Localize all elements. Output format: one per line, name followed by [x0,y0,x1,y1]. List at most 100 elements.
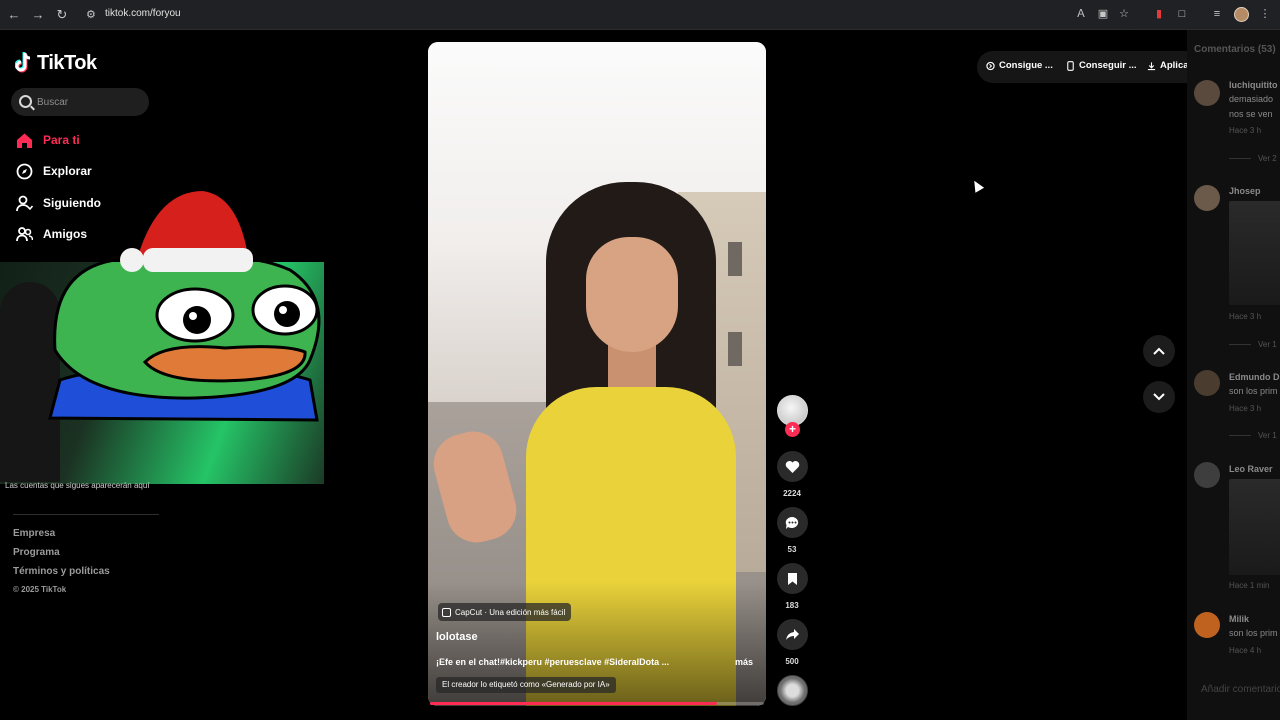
chevron-up-icon [1153,347,1165,355]
comment-icon [785,516,799,529]
comment-author[interactable]: Leo Raver [1229,464,1273,474]
comment-input[interactable]: Añadir comentario... [1201,684,1280,695]
copyright: © 2025 TikTok [13,585,67,594]
share-button[interactable] [777,619,808,650]
coin-icon [986,61,995,70]
comment-author[interactable]: Milik [1229,614,1249,624]
comments-header: Comentarios (53) [1194,44,1276,55]
get-coins-button[interactable]: Consigue ... [986,60,1053,71]
logo-text: TikTok [37,51,97,74]
nav-item-explorar[interactable]: Explorar [15,160,92,182]
previous-video-button[interactable] [1143,335,1175,367]
comment-time: Hace 4 h [1229,646,1262,655]
chevron-down-icon [1153,393,1165,401]
friends-icon [15,225,33,243]
forward-icon[interactable]: → [30,7,46,23]
sidebar-divider [13,514,159,515]
stream-webcam-overlay [0,262,324,484]
site-info-icon[interactable]: ⚙ [86,8,100,22]
comment-avatar[interactable] [1194,462,1220,488]
next-video-button[interactable] [1143,381,1175,413]
browser-toolbar: ← → ↻ ⚙ tiktok.com/foryou Ａ ▣ ☆ ▮ □ ≡ ⋮ [0,0,1280,30]
search-icon [19,95,32,108]
view-replies-link[interactable]: Ver 2 [1258,154,1277,163]
like-count: 2224 [783,489,801,498]
footer-link-terminos[interactable]: Términos y políticas [13,566,110,577]
comment-avatar[interactable] [1194,185,1220,211]
save-count: 183 [785,601,799,610]
nav-item-para-ti[interactable]: Para ti [15,129,80,151]
extension-red-icon[interactable]: ▮ [1152,7,1166,21]
video-progress-bar[interactable] [430,702,764,705]
comment-time: Hace 3 h [1229,312,1262,321]
comment-time: Hace 3 h [1229,126,1262,135]
footer-link-programa[interactable]: Programa [13,547,60,558]
comment-avatar[interactable] [1194,80,1220,106]
footer-link-empresa[interactable]: Empresa [13,528,55,539]
following-empty-note: Las cuentas que sigues aparecerán aquí [5,481,150,490]
tiktok-logo[interactable]: TikTok [15,51,97,75]
video-author[interactable]: lolotase [436,631,478,643]
compass-icon [15,162,33,180]
nav-item-amigos[interactable]: Amigos [15,223,87,245]
comment-image[interactable] [1229,201,1280,305]
extensions-icon[interactable]: □ [1175,7,1189,21]
save-button[interactable] [777,563,808,594]
view-replies-link[interactable]: Ver 1 [1258,431,1277,440]
comment-text: son los prim [1229,628,1278,638]
get-app-device-button[interactable]: Conseguir ... [1066,60,1137,71]
reply-divider [1229,435,1251,436]
comment-time: Hace 1 min [1229,581,1270,590]
reply-divider [1229,158,1251,159]
bookmark-star-icon[interactable]: ☆ [1117,7,1131,21]
phone-icon [1067,60,1074,71]
address-bar-url[interactable]: tiktok.com/foryou [105,8,181,19]
get-coins-label: Consigue ... [999,60,1053,71]
comment-text: demasiado [1229,94,1274,104]
share-icon [786,629,799,640]
bookmark-icon [788,572,797,585]
comment-author[interactable]: luchiquitito [1229,80,1278,90]
translate-icon[interactable]: Ａ [1074,7,1088,21]
nav-item-label: Amigos [43,227,88,241]
comment-button[interactable] [777,507,808,538]
mouse-cursor-icon [969,178,985,193]
address-bar[interactable]: ⚙ tiktok.com/foryou [80,4,1140,26]
nav-item-label: Explorar [43,164,92,178]
music-disc-icon[interactable] [777,675,808,706]
cast-icon[interactable]: ▣ [1096,7,1110,21]
view-replies-link[interactable]: Ver 1 [1258,340,1277,349]
reading-list-icon[interactable]: ≡ [1210,7,1224,21]
comment-text: nos se ven [1229,109,1273,119]
tiktok-note-icon [15,52,31,73]
nav-item-label: Siguiendo [43,196,101,210]
capcut-label: CapCut · Una edición más fácil [455,607,566,617]
home-icon [15,131,33,149]
user-following-icon [15,194,33,212]
capcut-badge[interactable]: CapCut · Una edición más fácil [438,603,572,621]
like-button[interactable] [777,451,808,482]
profile-avatar[interactable] [1234,7,1249,22]
pepe-frog-emote [48,262,321,422]
capcut-icon [442,607,451,617]
share-count: 500 [785,657,799,666]
caption-more-link[interactable]: más [735,657,753,667]
menu-dots-icon[interactable]: ⋮ [1258,7,1272,21]
ai-generated-label: El creador lo etiquetó como «Generado po… [436,677,616,693]
comments-panel: Comentarios (53) luchiquitito demasiado … [1187,30,1280,720]
comment-avatar[interactable] [1194,612,1220,638]
back-icon[interactable]: ← [6,7,22,23]
search-box[interactable] [11,88,149,116]
comment-author[interactable]: Edmundo D [1229,372,1280,382]
santa-hat-icon [120,191,253,272]
reply-divider [1229,344,1251,345]
comment-avatar[interactable] [1194,370,1220,396]
search-input[interactable] [37,93,142,111]
comment-text: son los prim [1229,386,1278,396]
follow-plus-icon[interactable]: + [785,422,800,437]
comment-time: Hace 3 h [1229,404,1262,413]
reload-icon[interactable]: ↻ [54,7,70,23]
comment-author[interactable]: Jhosep [1229,186,1261,196]
nav-item-siguiendo[interactable]: Siguiendo [15,192,101,214]
comment-image[interactable] [1229,479,1280,575]
